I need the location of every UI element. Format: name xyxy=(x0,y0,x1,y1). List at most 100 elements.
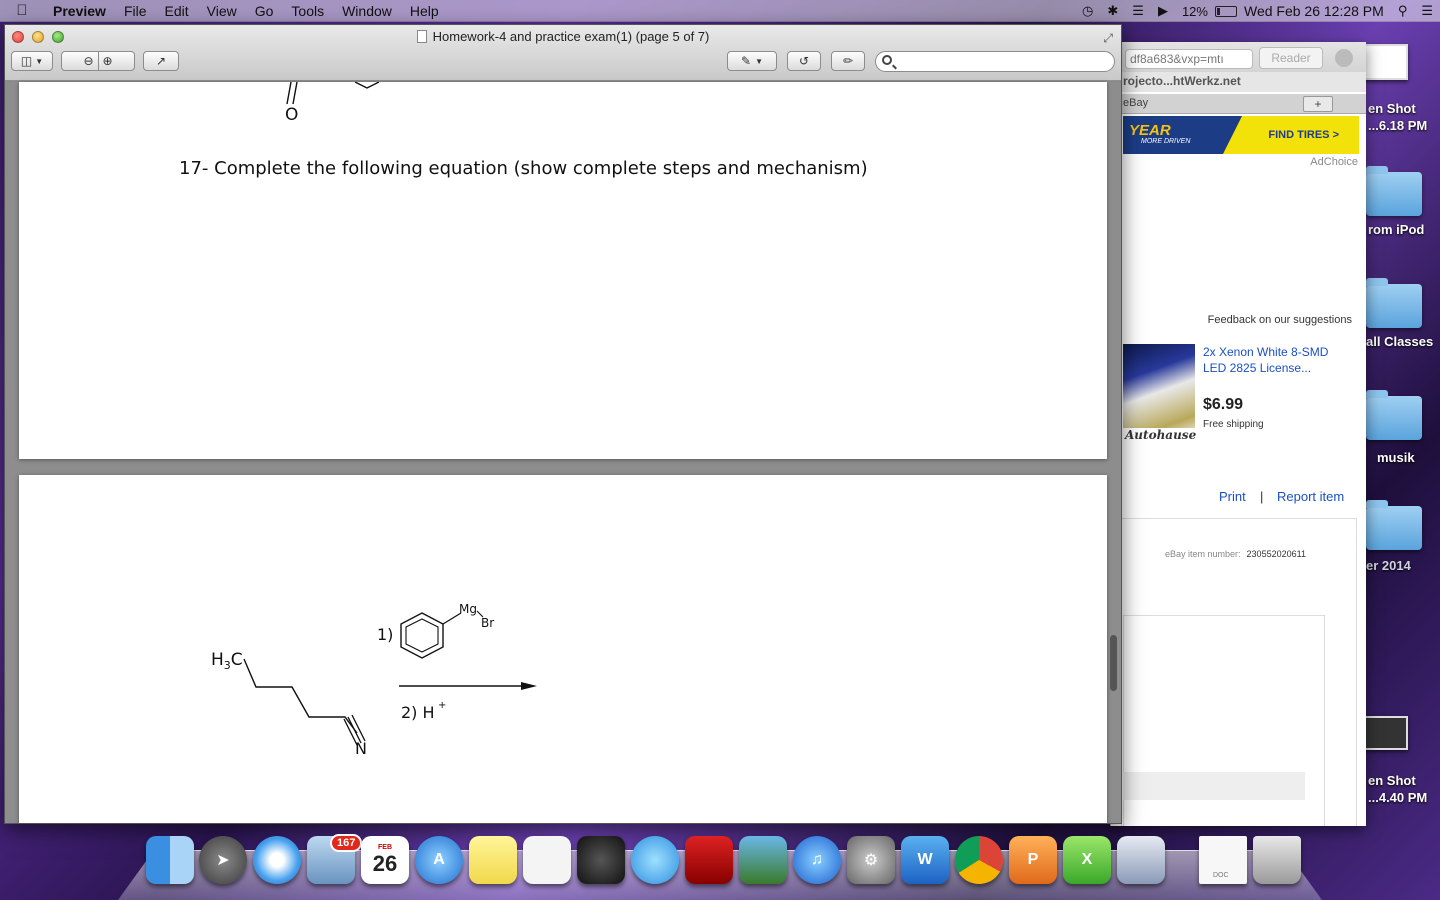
address-bar[interactable]: df8a683&vxp=mtı xyxy=(1125,49,1253,69)
benzene-ring xyxy=(400,612,444,659)
rotate-button[interactable]: ↺ xyxy=(787,51,821,71)
pdf-page: O 17- Complete the following equation (s… xyxy=(19,82,1107,459)
search-field[interactable] xyxy=(875,51,1115,72)
product-price: $6.99 xyxy=(1203,396,1244,413)
iphoto-icon[interactable] xyxy=(739,836,787,884)
screenshot-thumbnail[interactable] xyxy=(1362,44,1408,80)
excel-icon[interactable]: X xyxy=(1063,836,1111,884)
vertical-scrollbar[interactable] xyxy=(1110,635,1117,691)
preview-app-icon[interactable] xyxy=(523,836,571,884)
desktop-item-label[interactable]: en Shot ...4.40 PM xyxy=(1368,772,1427,806)
folder-icon[interactable] xyxy=(1366,390,1422,440)
share-icon: ↗ xyxy=(155,54,167,68)
finder-icon[interactable] xyxy=(146,836,194,884)
pen-icon: ✎ xyxy=(741,54,752,68)
product-title-link[interactable]: 2x Xenon White 8-SMD LED 2825 License... xyxy=(1203,344,1353,376)
apple-menu-icon[interactable]:  xyxy=(0,2,44,19)
screenshot-thumbnail[interactable] xyxy=(1364,716,1408,750)
facetime-icon[interactable] xyxy=(577,836,625,884)
clock[interactable]: Wed Feb 26 12:28 PM xyxy=(1237,3,1391,19)
menubar:  Preview File Edit View Go Tools Window… xyxy=(0,0,1440,22)
word-icon[interactable]: W xyxy=(901,836,949,884)
volume-icon[interactable]: ▶ xyxy=(1151,3,1175,19)
menu-help[interactable]: Help xyxy=(401,3,448,19)
br-label: Br xyxy=(481,616,494,630)
item-number: eBay item number: 230552020611 xyxy=(1165,549,1306,559)
photo-booth-icon[interactable] xyxy=(685,836,733,884)
browser-window: df8a683&vxp=mtı Reader rojecto...htWerkz… xyxy=(1110,42,1366,826)
link-separator: | xyxy=(1260,489,1264,504)
wifi-icon[interactable]: ☰ xyxy=(1125,3,1151,19)
spotlight-icon[interactable]: ⚲ xyxy=(1391,3,1415,19)
step-1-label: 1) xyxy=(377,625,393,644)
h3c-label-sub: 3 xyxy=(224,659,231,672)
app-store-icon[interactable]: A xyxy=(415,836,463,884)
search-icon xyxy=(882,55,892,65)
document-view[interactable]: O 17- Complete the following equation (s… xyxy=(5,82,1121,823)
safari-icon[interactable] xyxy=(253,836,301,884)
system-preferences-icon[interactable]: ⚙ xyxy=(847,836,895,884)
banner-brand: YEAR xyxy=(1129,122,1171,139)
search-input[interactable] xyxy=(898,53,1098,67)
ad-banner[interactable]: YEAR MORE DRIVEN FIND TIRES > xyxy=(1123,116,1359,154)
preview-window: Homework-4 and practice exam(1) (page 5 … xyxy=(4,24,1122,824)
menu-go[interactable]: Go xyxy=(246,3,283,19)
zoom-in-icon[interactable]: ⊕ xyxy=(103,54,113,68)
bluetooth-icon[interactable]: ✱ xyxy=(1100,3,1125,19)
zoom-control[interactable]: ⊖ ⊕ xyxy=(61,51,135,71)
feedback-link[interactable]: Feedback on our suggestions xyxy=(1208,314,1352,326)
itunes-icon[interactable]: ♫ xyxy=(793,836,841,884)
product-image[interactable]: Autohause xyxy=(1123,344,1197,442)
time-machine-icon[interactable]: ◷ xyxy=(1075,3,1100,19)
calendar-month: FEB xyxy=(378,843,392,851)
chrome-icon[interactable] xyxy=(955,836,1003,884)
launchpad-icon[interactable]: ➤ xyxy=(199,836,247,884)
menu-tools[interactable]: Tools xyxy=(282,3,333,19)
menu-file[interactable]: File xyxy=(115,3,156,19)
battery-icon[interactable] xyxy=(1214,5,1237,17)
pdf-page: H3C N 1) Mg Br 2) H + xyxy=(19,475,1107,823)
share-button[interactable]: ↗ xyxy=(143,51,179,71)
desktop-item-label[interactable]: en Shot ...6.18 PM xyxy=(1368,100,1427,134)
messages-icon[interactable] xyxy=(631,836,679,884)
new-tab-button[interactable]: + xyxy=(1303,96,1333,112)
mg-label: Mg xyxy=(459,602,477,616)
desktop-item-label[interactable]: er 2014 xyxy=(1366,558,1411,573)
sidebar-view-button[interactable]: ◫ ▼ xyxy=(11,51,53,71)
menu-app-name[interactable]: Preview xyxy=(44,3,115,19)
downloads-icon[interactable] xyxy=(1335,49,1353,67)
desktop-item-label[interactable]: musik xyxy=(1377,450,1415,465)
bookmark-link[interactable]: rojecto...htWerkz.net xyxy=(1111,72,1366,92)
find-tires-button[interactable]: FIND TIRES > xyxy=(1223,116,1359,154)
folder-icon[interactable] xyxy=(1366,278,1422,328)
chevron-down-icon: ▼ xyxy=(755,56,763,66)
menu-window[interactable]: Window xyxy=(333,3,401,19)
reaction-scheme: H3C N 1) Mg Br 2) H + xyxy=(211,602,537,758)
notification-center-icon[interactable]: ☰ xyxy=(1414,3,1440,19)
annotate-button[interactable]: ✎ ▼ xyxy=(727,51,777,71)
report-item-link[interactable]: Report item xyxy=(1277,489,1344,504)
preview-photos-icon[interactable] xyxy=(1117,836,1165,884)
description-strip xyxy=(1123,772,1305,800)
doc-label: DOC xyxy=(1213,872,1229,879)
folder-icon[interactable] xyxy=(1366,166,1422,216)
menu-edit[interactable]: Edit xyxy=(156,3,198,19)
window-title: Homework-4 and practice exam(1) (page 5 … xyxy=(5,29,1121,44)
adchoice-link[interactable]: AdChoice xyxy=(1310,156,1358,168)
calendar-icon[interactable]: FEB 26 xyxy=(361,836,409,884)
svg-text:H3C: H3C xyxy=(211,650,243,672)
desktop-item-label[interactable]: all Classes xyxy=(1366,334,1433,349)
stickies-icon[interactable] xyxy=(469,836,517,884)
battery-percent: 12% xyxy=(1181,3,1208,19)
tab-ebay[interactable]: eBay xyxy=(1123,97,1148,109)
fullscreen-icon[interactable]: ⤢ xyxy=(1103,31,1113,46)
powerpoint-icon[interactable]: P xyxy=(1009,836,1057,884)
zoom-out-icon[interactable]: ⊖ xyxy=(83,54,93,68)
edit-toolbar-button[interactable]: ✏ xyxy=(831,51,865,71)
print-link[interactable]: Print xyxy=(1219,489,1246,504)
menu-view[interactable]: View xyxy=(198,3,246,19)
folder-icon[interactable] xyxy=(1366,500,1422,550)
trash-icon[interactable] xyxy=(1253,836,1301,884)
reader-button[interactable]: Reader xyxy=(1259,47,1323,69)
desktop-item-label[interactable]: rom iPod xyxy=(1368,222,1424,237)
